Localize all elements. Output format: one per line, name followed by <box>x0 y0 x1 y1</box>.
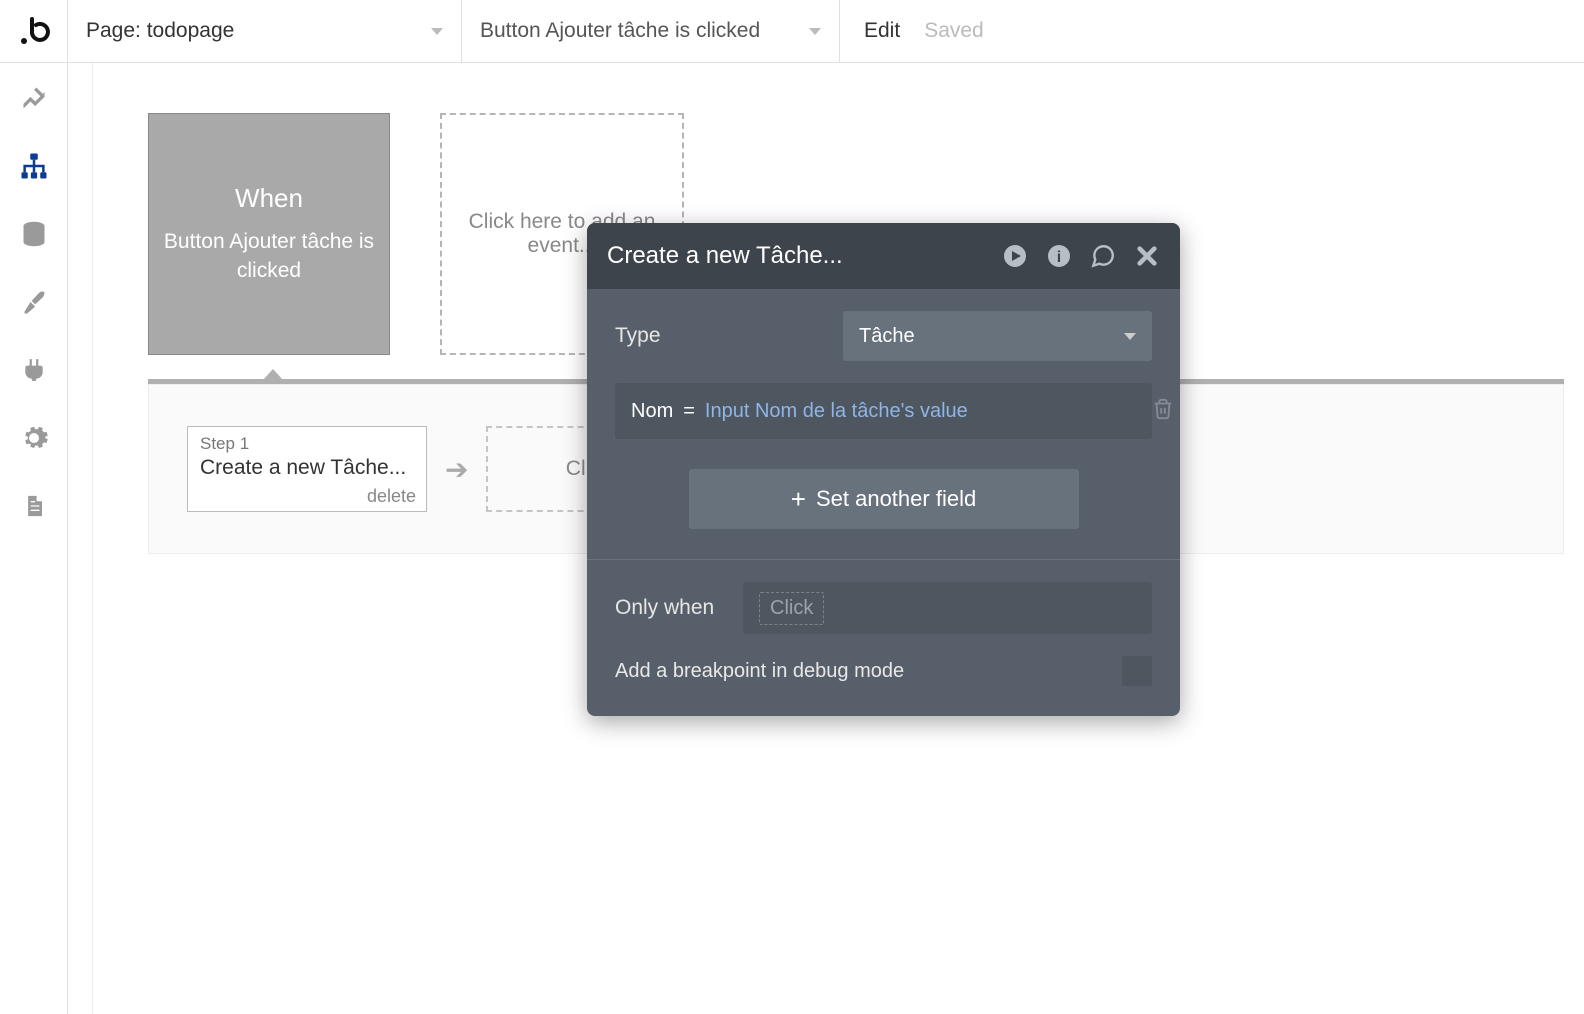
workflow-dropdown-label: Button Ajouter tâche is clicked <box>480 19 760 43</box>
field-equals: = <box>683 400 695 423</box>
type-label: Type <box>615 324 843 348</box>
field-value-expression: Input Nom de la tâche's value <box>705 400 968 423</box>
step-card[interactable]: Step 1 Create a new Tâche... delete <box>187 426 427 512</box>
only-when-input[interactable]: Click <box>743 582 1152 634</box>
svg-text:i: i <box>1057 249 1061 266</box>
saved-status: Saved <box>924 19 984 43</box>
top-header: Page: todopage Button Ajouter tâche is c… <box>0 0 1584 63</box>
type-row: Type Tâche <box>615 311 1152 361</box>
breakpoint-checkbox[interactable] <box>1122 656 1152 686</box>
breakpoint-label: Add a breakpoint in debug mode <box>615 660 904 683</box>
info-icon[interactable]: i <box>1046 243 1072 269</box>
step-number-label: Step 1 <box>200 434 414 454</box>
page-dropdown-label: Page: todopage <box>86 19 234 43</box>
edit-link[interactable]: Edit <box>864 19 900 43</box>
logs-tab-icon[interactable] <box>19 491 49 521</box>
only-when-placeholder: Click <box>759 592 824 625</box>
property-panel: Create a new Tâche... i Type Tâche <box>587 223 1180 716</box>
close-icon[interactable] <box>1134 243 1160 269</box>
bubble-logo-icon <box>18 15 50 47</box>
data-tab-icon[interactable] <box>19 219 49 249</box>
trash-icon[interactable] <box>1152 397 1174 426</box>
plus-icon: + <box>791 484 806 515</box>
field-assignment[interactable]: Nom = Input Nom de la tâche's value <box>615 383 1152 439</box>
settings-tab-icon[interactable] <box>19 423 49 453</box>
set-another-field-button[interactable]: + Set another field <box>689 469 1079 529</box>
only-when-row: Only when Click <box>615 582 1152 634</box>
step-title: Create a new Tâche... <box>200 456 414 480</box>
panel-title: Create a new Tâche... <box>607 242 843 270</box>
only-when-label: Only when <box>615 596 743 620</box>
header-actions: Edit Saved <box>840 0 1008 62</box>
panel-body: Type Tâche Nom = Input Nom de la tâche's… <box>587 289 1180 716</box>
styles-tab-icon[interactable] <box>19 287 49 317</box>
event-when-label: When <box>235 183 303 214</box>
event-trigger-card[interactable]: When Button Ajouter tâche is clicked <box>148 113 390 355</box>
event-description: Button Ajouter tâche is clicked <box>161 228 377 285</box>
plugins-tab-icon[interactable] <box>19 355 49 385</box>
step-delete-link[interactable]: delete <box>367 486 416 507</box>
chevron-down-icon <box>1124 333 1136 340</box>
workflow-tab-icon[interactable] <box>19 151 49 181</box>
workflow-dropdown[interactable]: Button Ajouter tâche is clicked <box>462 0 840 62</box>
type-value: Tâche <box>859 325 915 348</box>
app-logo[interactable] <box>0 0 68 62</box>
comment-icon[interactable] <box>1090 243 1116 269</box>
arrow-right-icon: ➔ <box>445 453 468 486</box>
chevron-down-icon <box>431 28 443 35</box>
panel-header-icons: i <box>1002 243 1160 269</box>
chevron-down-icon <box>809 28 821 35</box>
steps-pointer <box>263 369 283 380</box>
panel-divider <box>587 559 1180 560</box>
type-select[interactable]: Tâche <box>843 311 1152 361</box>
design-tab-icon[interactable] <box>19 83 49 113</box>
page-dropdown[interactable]: Page: todopage <box>68 0 462 62</box>
breakpoint-row: Add a breakpoint in debug mode <box>615 656 1152 686</box>
panel-header[interactable]: Create a new Tâche... i <box>587 223 1180 289</box>
canvas-inner: When Button Ajouter tâche is clicked Cli… <box>92 63 1584 1014</box>
set-another-label: Set another field <box>816 486 976 512</box>
workflow-canvas: When Button Ajouter tâche is clicked Cli… <box>68 63 1584 1014</box>
play-icon[interactable] <box>1002 243 1028 269</box>
left-sidebar <box>0 63 68 1014</box>
field-name: Nom <box>631 400 673 423</box>
